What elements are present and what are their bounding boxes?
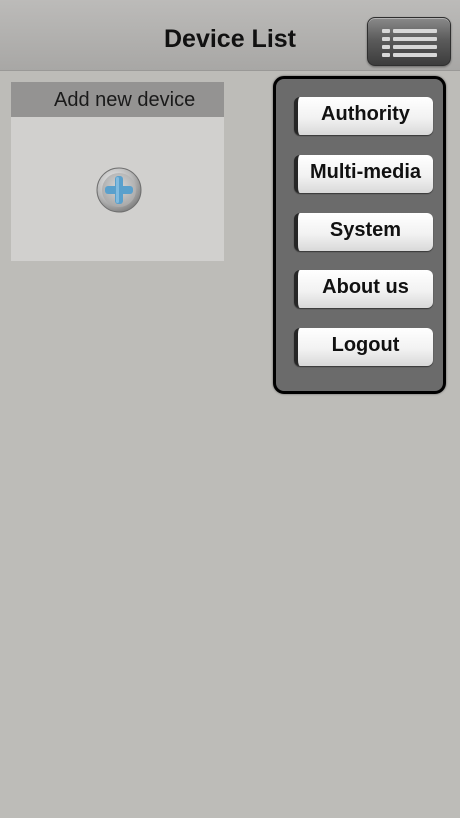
menu-item-logout[interactable]: Logout — [294, 328, 433, 366]
menu-item-about-us[interactable]: About us — [294, 270, 433, 308]
dropdown-menu: Authority Multi-media System About us Lo… — [273, 76, 446, 394]
menu-item-multi-media[interactable]: Multi-media — [294, 155, 433, 193]
plus-circle-icon[interactable] — [96, 167, 142, 213]
add-device-label: Add new device — [54, 89, 196, 111]
menu-button[interactable] — [367, 17, 451, 66]
add-device-card[interactable]: Add new device — [11, 82, 224, 261]
menu-item-authority[interactable]: Authority — [294, 97, 433, 135]
list-menu-icon — [382, 29, 437, 57]
menu-item-system[interactable]: System — [294, 213, 433, 251]
